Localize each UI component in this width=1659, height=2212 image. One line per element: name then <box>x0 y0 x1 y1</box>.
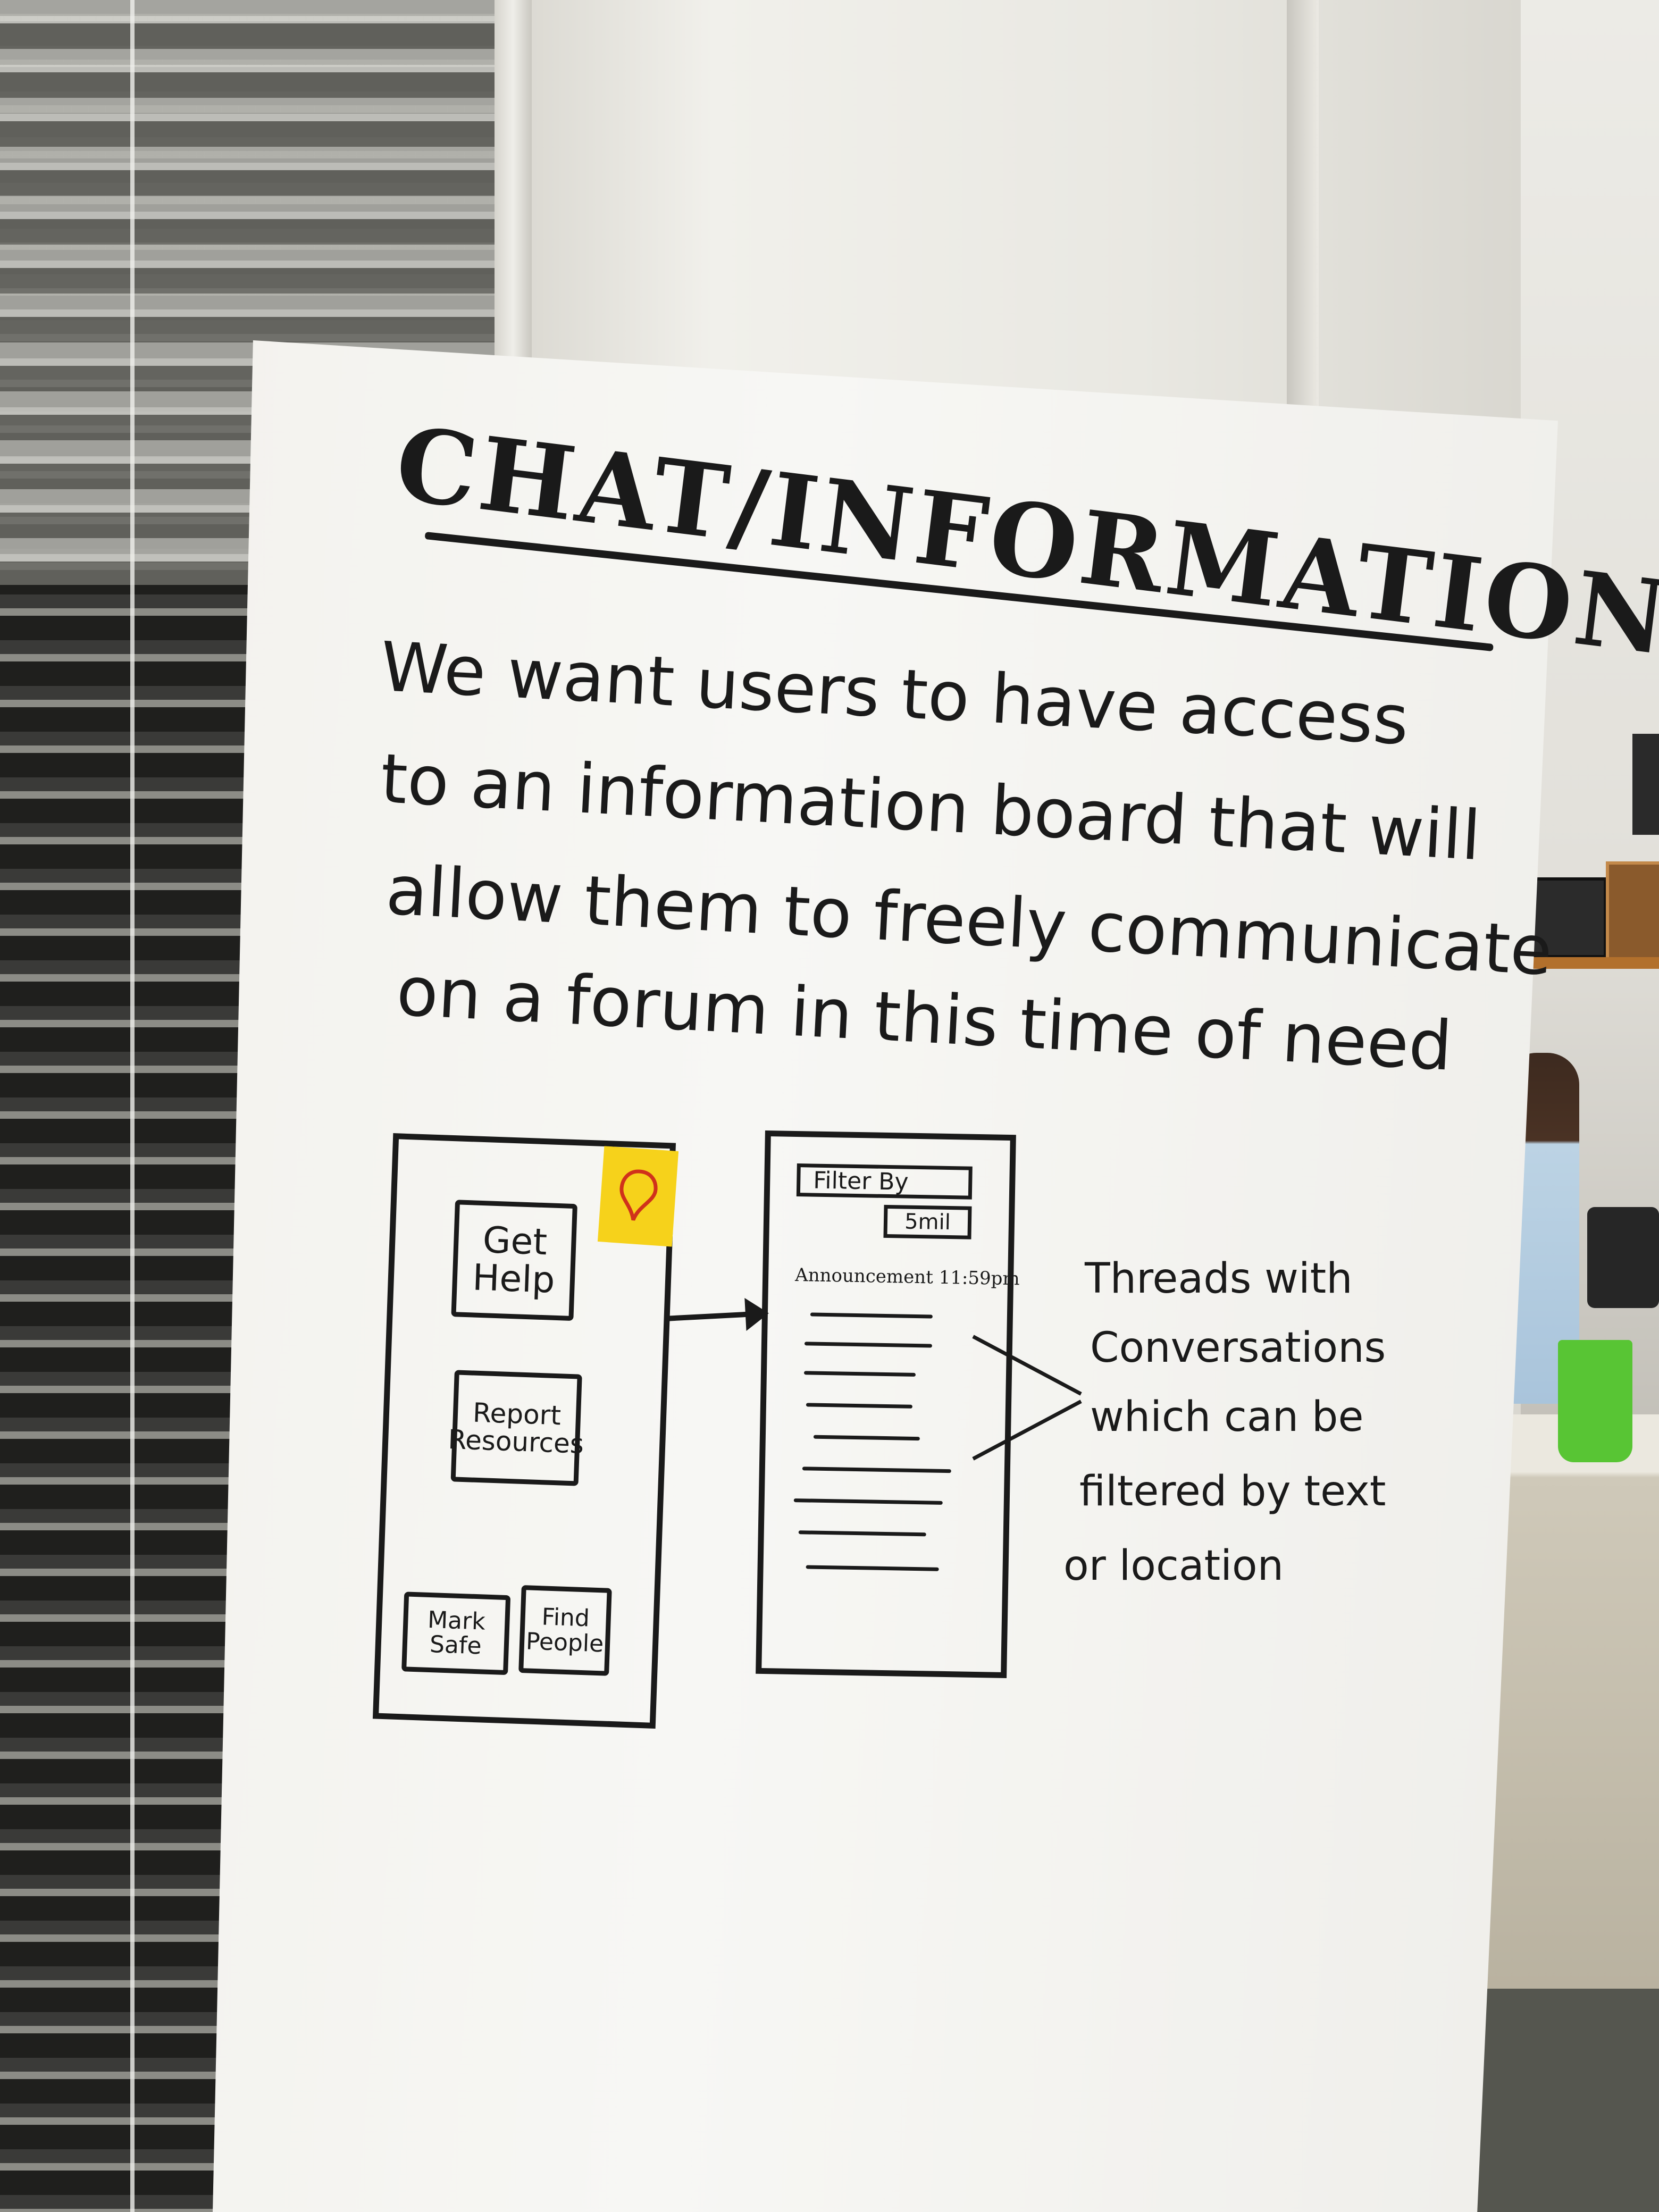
find-people-button[interactable]: Find People <box>518 1585 612 1676</box>
blind-cord <box>130 0 135 2212</box>
thread-line[interactable] <box>802 1467 951 1473</box>
annotation-line-1: Threads with <box>1085 1255 1353 1303</box>
green-cup <box>1558 1340 1632 1462</box>
thread-line[interactable] <box>810 1312 933 1319</box>
thread-line[interactable] <box>806 1565 939 1571</box>
announcement-label: Announcement 11:59pm <box>794 1264 1020 1290</box>
desk-phone <box>1587 1207 1659 1308</box>
thread-line[interactable] <box>793 1498 943 1505</box>
filter-by-field[interactable]: Filter By <box>796 1163 973 1200</box>
wall-picture <box>1632 734 1659 835</box>
mark-safe-button[interactable]: Mark Safe <box>401 1591 511 1675</box>
annotation-line-3: which can be <box>1090 1393 1364 1441</box>
thread-line[interactable] <box>804 1342 932 1348</box>
thread-line[interactable] <box>806 1403 912 1409</box>
annotation-line-4: filtered by text <box>1079 1468 1386 1515</box>
sticky-note <box>597 1146 679 1247</box>
sketch-board-screen: Filter By 5mil Announcement 11:59pm <box>756 1130 1020 1679</box>
thread-line[interactable] <box>813 1435 920 1441</box>
thread-line[interactable] <box>803 1371 916 1377</box>
report-resources-button[interactable]: Report Resources <box>448 1370 584 1486</box>
thread-line[interactable] <box>798 1530 926 1537</box>
annotation-line-5: or location <box>1063 1542 1284 1590</box>
filter-distance-field[interactable]: 5mil <box>883 1204 972 1239</box>
get-help-button[interactable]: Get Help <box>451 1200 577 1321</box>
photo-frame <box>1606 861 1659 961</box>
location-pin-icon <box>619 1169 658 1221</box>
annotation-line-2: Conversations <box>1090 1324 1386 1372</box>
